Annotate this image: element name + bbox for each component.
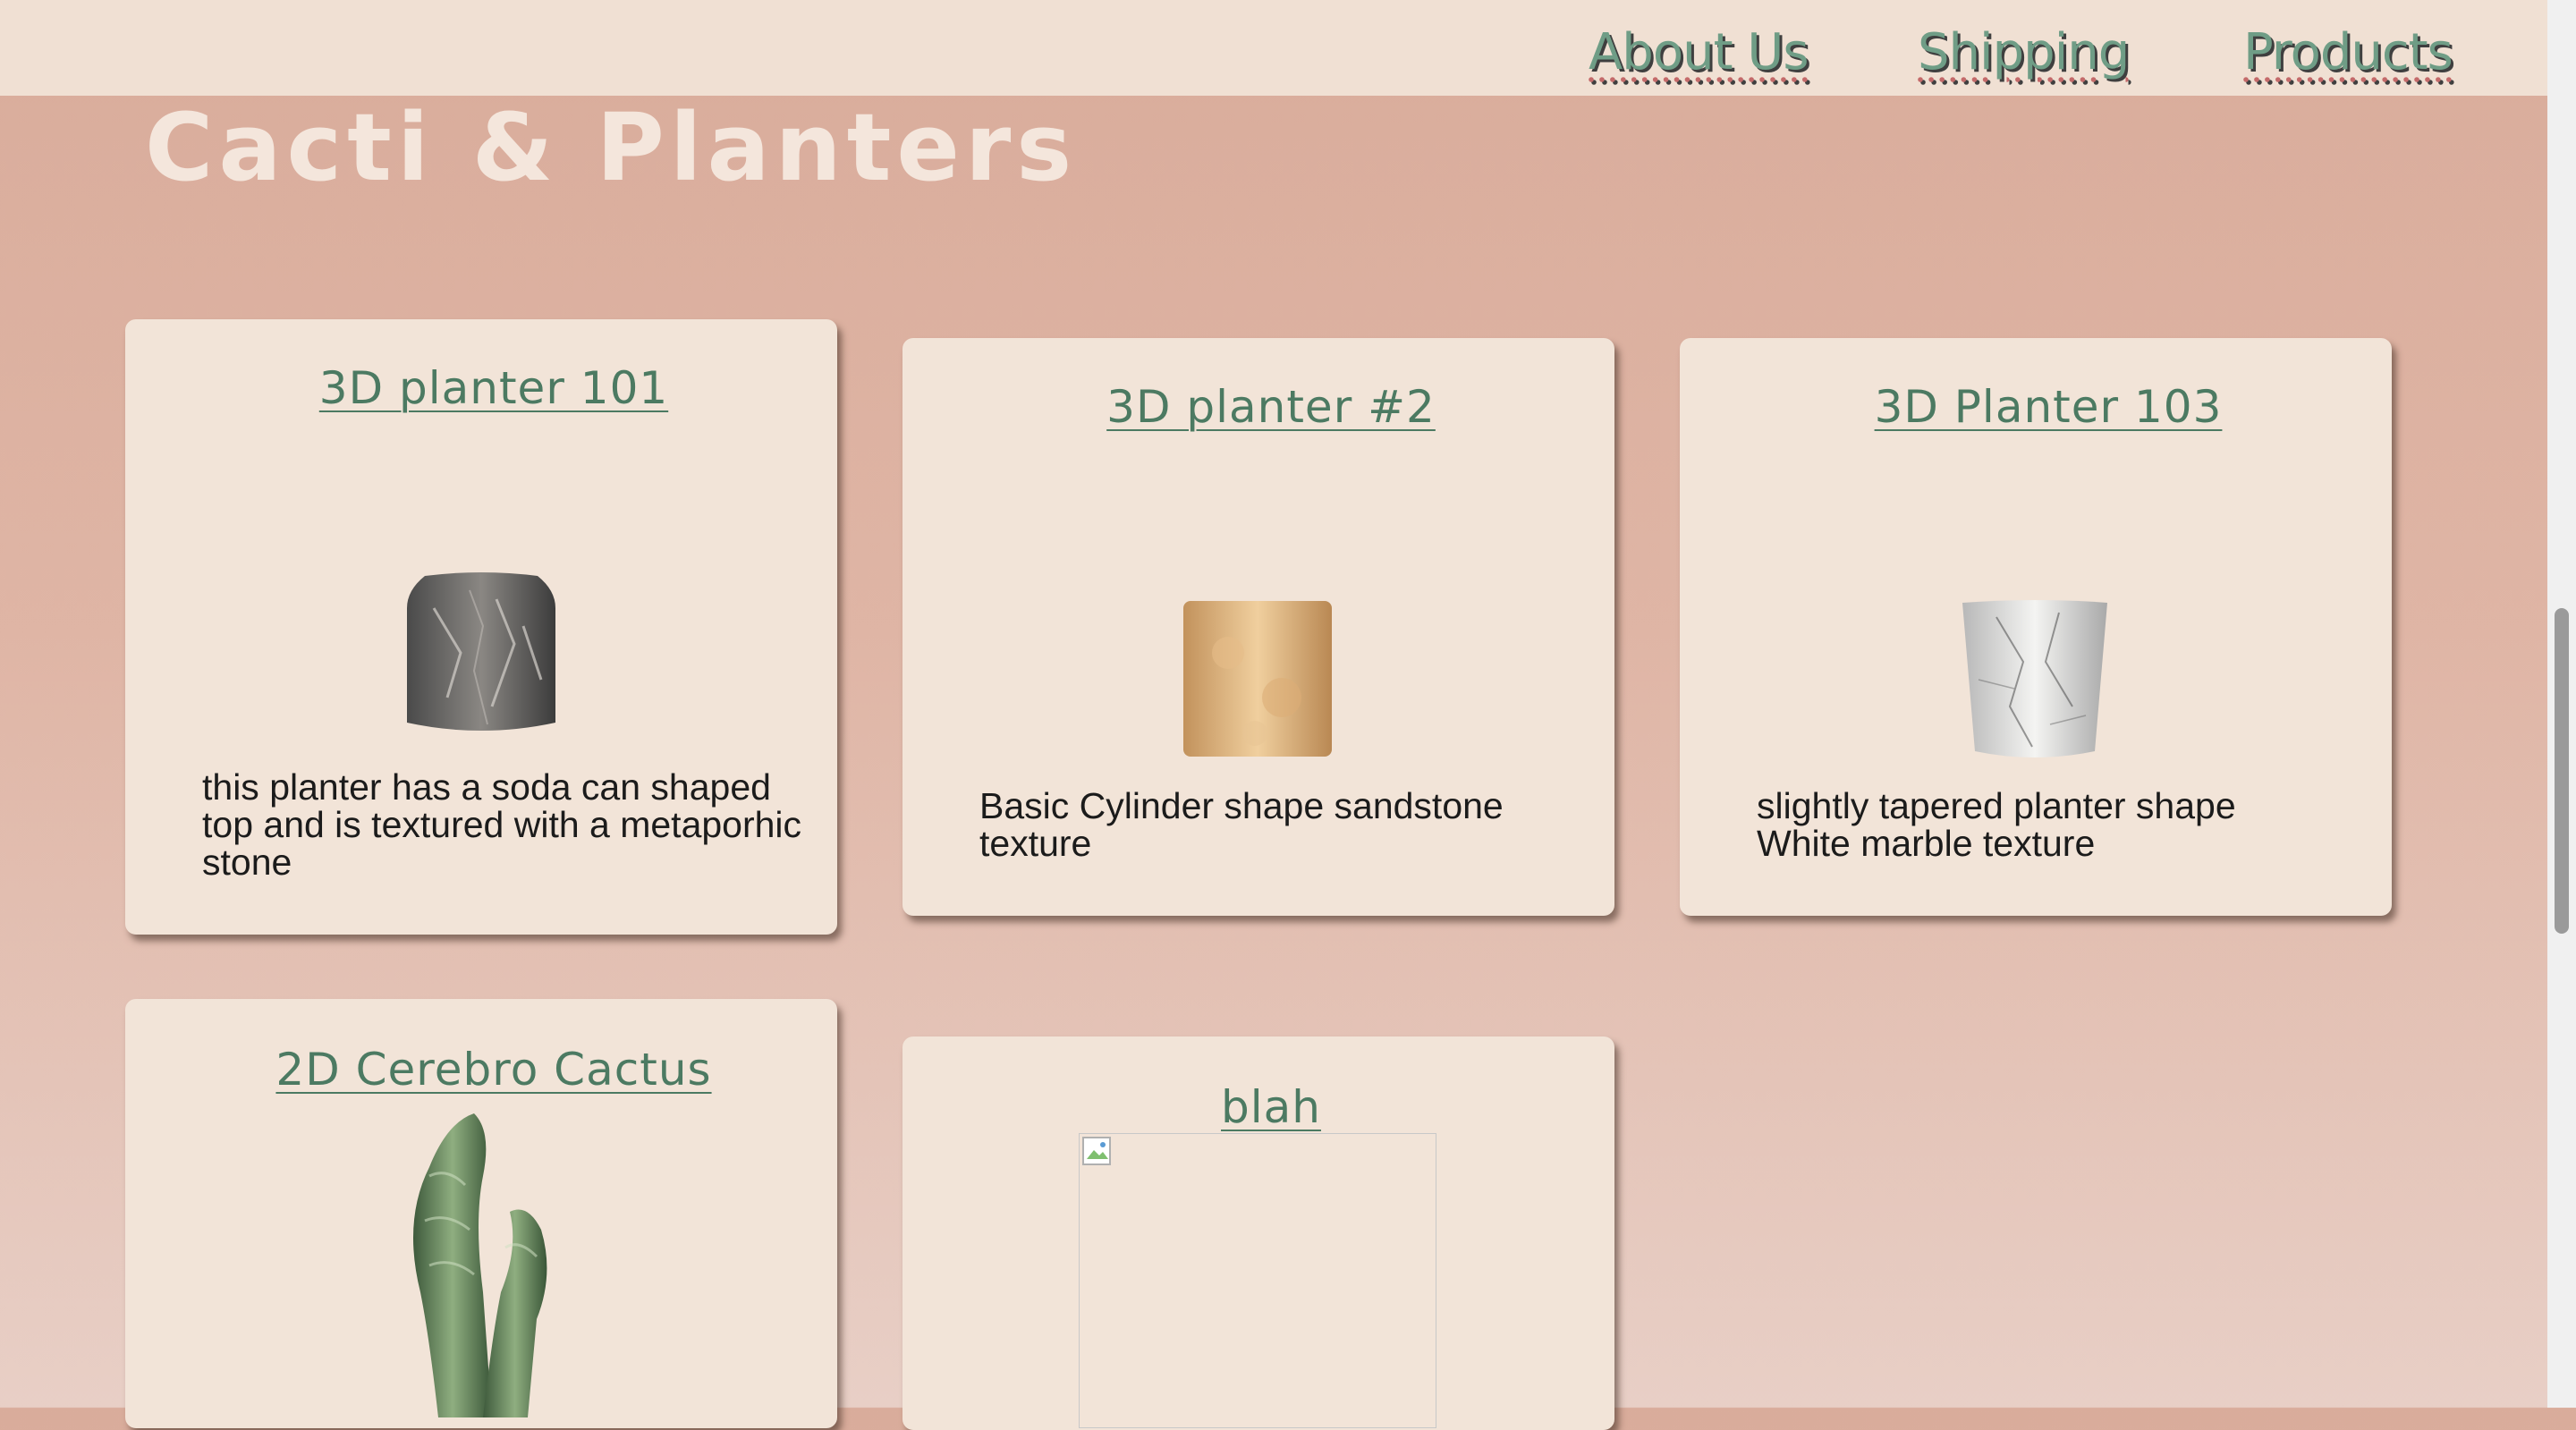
product-card: 3D planter 101 this planter has a soda c… (125, 319, 837, 935)
product-title-link[interactable]: 2D Cerebro Cactus (202, 1044, 785, 1096)
product-card: 3D Planter 103 slightly tapered planter … (1680, 338, 2392, 916)
broken-image-placeholder[interactable] (1079, 1133, 1436, 1428)
product-card: blah (902, 1037, 1614, 1430)
product-image-cerebro-cactus[interactable] (385, 1113, 564, 1421)
page-title: Cacti & Planters (145, 93, 1078, 202)
product-title-link[interactable]: blah (979, 1081, 1563, 1133)
product-card: 2D Cerebro Cactus (125, 999, 837, 1428)
top-navbar: About Us Shipping Products (0, 0, 2547, 96)
product-card: 3D planter #2 Basic Cylinder shape sands… (902, 338, 1614, 916)
nav-link-about-us[interactable]: About Us (1589, 23, 1809, 81)
product-description: this planter has a soda can shaped top a… (202, 766, 802, 883)
page-scrollbar[interactable] (2547, 0, 2576, 1408)
product-title-link[interactable]: 3D planter #2 (979, 381, 1563, 433)
product-description: Basic Cylinder shape sandstone texture (979, 785, 1504, 864)
scrollbar-thumb[interactable] (2555, 608, 2569, 934)
nav-link-shipping[interactable]: Shipping (1918, 23, 2130, 81)
product-description: slightly tapered planter shape White mar… (1757, 785, 2236, 864)
nav-link-products[interactable]: Products (2243, 23, 2453, 81)
product-image-planter-103[interactable] (1961, 599, 2109, 764)
product-image-planter-101[interactable] (407, 572, 555, 739)
broken-image-icon (1081, 1136, 1114, 1172)
product-title-link[interactable]: 3D Planter 103 (1757, 381, 2340, 433)
product-image-planter-2[interactable] (1183, 599, 1332, 764)
product-title-link[interactable]: 3D planter 101 (202, 362, 785, 414)
